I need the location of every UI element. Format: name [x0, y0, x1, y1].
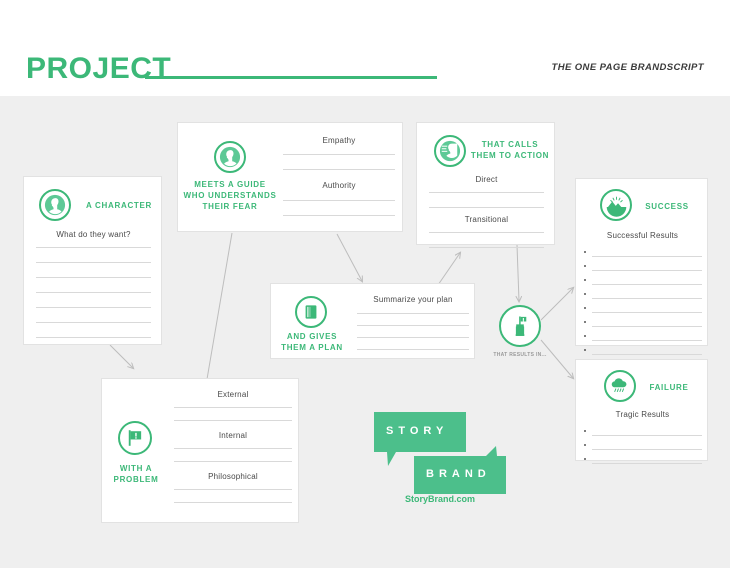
writing-lines-authority[interactable] — [283, 200, 395, 216]
arrow-guide-to-plan — [336, 233, 362, 281]
writing-lines-success[interactable] — [584, 247, 702, 359]
title-underline — [145, 76, 437, 79]
card-plan-label: AND GIVES THEM A PLAN — [271, 331, 353, 353]
guide-label-line-1: MEETS A GUIDE — [194, 180, 266, 189]
card-meets-a-guide[interactable]: MEETS A GUIDE WHO UNDERSTANDS THEIR FEAR… — [177, 122, 403, 232]
warning-flag-icon — [118, 421, 152, 455]
megaphone-person-icon — [434, 135, 466, 167]
card-problem-label: WITH A PROBLEM — [102, 463, 170, 485]
storybrand-logo: STORY BRAND — [370, 408, 510, 498]
field-label-authority: Authority — [322, 181, 356, 190]
field-label-tragic-results: Tragic Results — [615, 410, 670, 419]
card-success-label: SUCCESS — [645, 202, 689, 211]
writing-lines-transitional[interactable] — [429, 232, 544, 248]
writing-lines-external[interactable] — [174, 407, 292, 421]
arrow-plan-to-cta — [437, 253, 460, 286]
field-label-transitional: Transitional — [464, 215, 509, 224]
page-title: PROJECT — [26, 52, 172, 85]
writing-lines-failure[interactable] — [584, 426, 702, 468]
hub-label-that-results-in: THAT RESULTS IN... — [493, 352, 547, 358]
writing-lines-character[interactable] — [36, 247, 151, 352]
writing-lines-internal[interactable] — [174, 448, 292, 462]
problem-label-line-1: WITH A — [119, 464, 153, 473]
storybrand-logo-bubbles — [374, 412, 506, 494]
logo-text-brand: BRAND — [426, 468, 491, 480]
plan-label-line-2: THEM A PLAN — [281, 343, 343, 352]
card-with-a-problem[interactable]: WITH A PROBLEM External Internal Philoso… — [101, 378, 299, 523]
line-problem-to-guide — [205, 232, 233, 386]
card-calls-to-action[interactable]: THAT CALLS THEM TO ACTION Direct Transit… — [416, 122, 555, 248]
writing-lines-empathy[interactable] — [283, 154, 395, 170]
card-calls-to-action-label: THAT CALLS THEM TO ACTION — [469, 139, 551, 161]
field-label-summarize-your-plan: Summarize your plan — [373, 295, 453, 304]
card-a-character-label: A CHARACTER — [85, 201, 153, 210]
logo-text-story: STORY — [386, 425, 449, 437]
castle-tower-icon — [499, 305, 541, 347]
guide-label-line-3: THEIR FEAR — [202, 202, 258, 211]
field-label-internal: Internal — [218, 431, 248, 440]
header-tagline: THE ONE PAGE BRANDSCRIPT — [551, 62, 704, 73]
card-meets-a-guide-label: MEETS A GUIDE WHO UNDERSTANDS THEIR FEAR — [181, 179, 279, 212]
field-label-empathy: Empathy — [322, 136, 356, 145]
writing-lines-plan[interactable] — [357, 313, 469, 350]
card-failure[interactable]: FAILURE Tragic Results — [575, 359, 708, 464]
plan-label-line-1: AND GIVES — [286, 332, 338, 341]
field-label-successful-results: Successful Results — [606, 231, 679, 240]
card-a-character[interactable]: A CHARACTER What do they want? — [23, 176, 162, 345]
arrow-cta-to-hub — [517, 244, 519, 301]
card-gives-them-a-plan[interactable]: AND GIVES THEM A PLAN Summarize your pla… — [270, 283, 475, 359]
rain-cloud-icon — [604, 370, 636, 402]
person-profile-icon — [39, 189, 71, 221]
cta-label-line-2: THEM TO ACTION — [470, 151, 550, 160]
writing-lines-philosophical[interactable] — [174, 489, 292, 503]
book-icon — [295, 296, 327, 328]
logo-url[interactable]: StoryBrand.com — [370, 494, 510, 504]
problem-label-line-2: PROBLEM — [113, 475, 159, 484]
card-success[interactable]: SUCCESS Successful Results — [575, 178, 708, 355]
writing-lines-direct[interactable] — [429, 192, 544, 208]
brandscript-canvas: PROJECT THE ONE PAGE BRANDSCRIPT A CHARA… — [0, 0, 730, 568]
field-label-philosophical: Philosophical — [208, 472, 258, 481]
cta-label-line-1: THAT CALLS — [481, 140, 539, 149]
field-label-what-do-they-want: What do they want? — [56, 230, 131, 239]
arrow-hub-to-success — [540, 288, 573, 321]
person-profile-icon — [214, 141, 246, 173]
guide-label-line-2: WHO UNDERSTANDS — [183, 191, 277, 200]
card-failure-label: FAILURE — [649, 383, 689, 392]
field-label-direct: Direct — [475, 175, 498, 184]
field-label-external: External — [217, 390, 249, 399]
mountain-sunrise-icon — [600, 189, 632, 221]
arrow-hub-to-failure — [540, 339, 573, 378]
